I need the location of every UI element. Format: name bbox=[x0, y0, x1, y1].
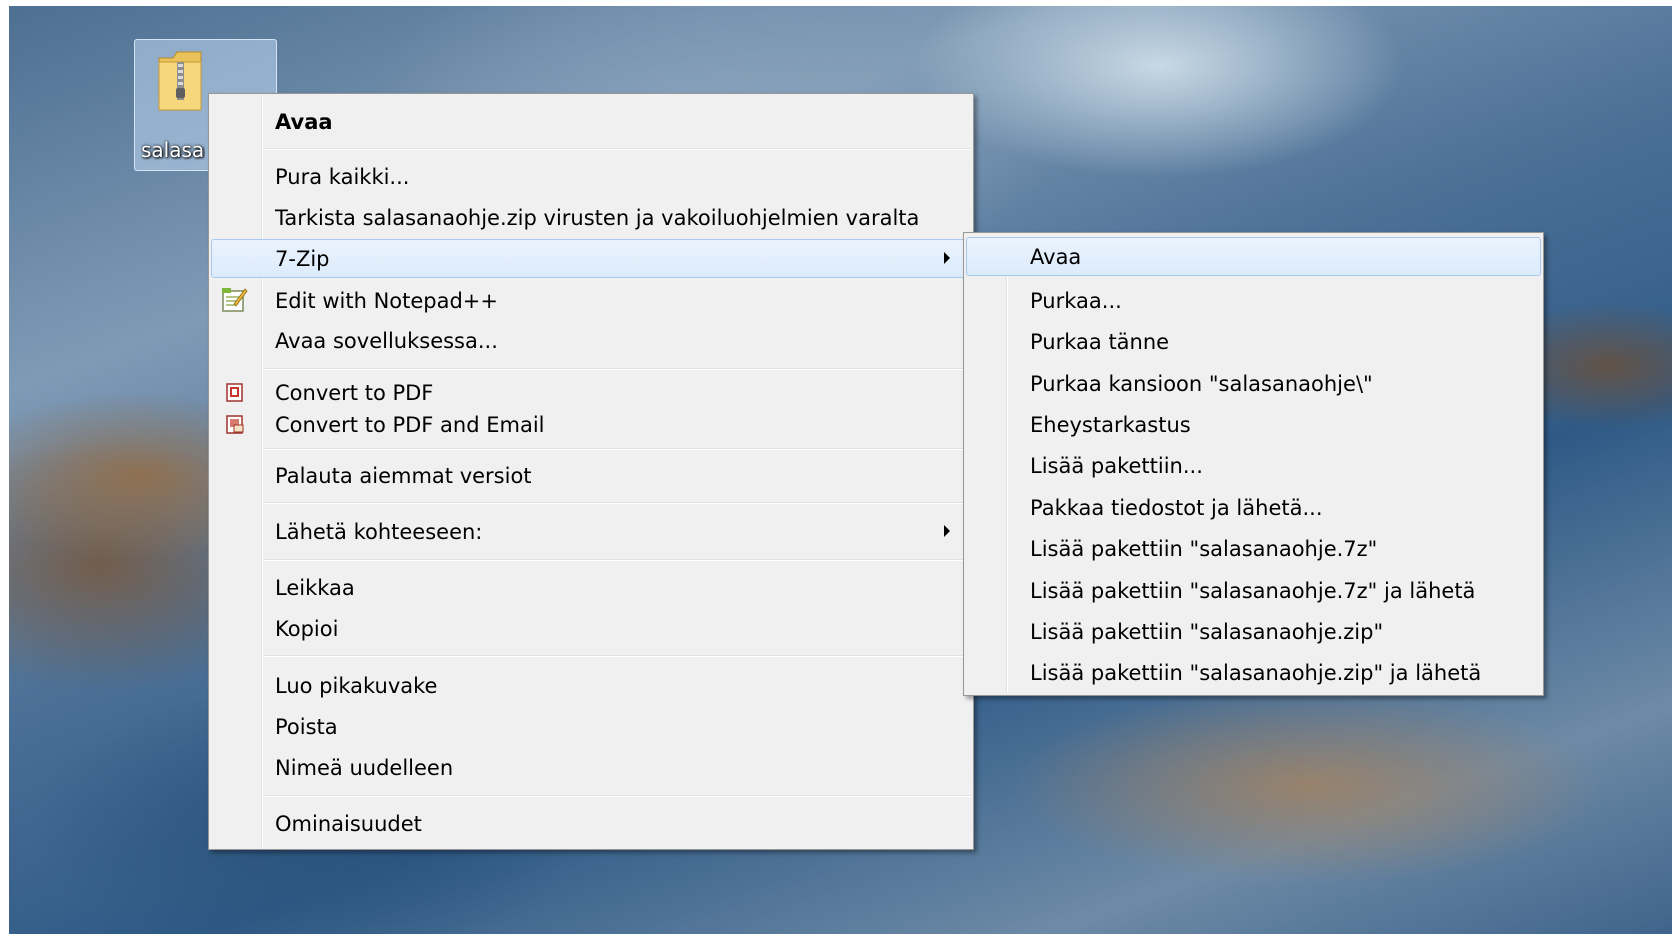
menu-separator bbox=[264, 795, 971, 797]
submenu-item-add-7z[interactable]: Lisää pakettiin "salasanaohje.7z" bbox=[966, 529, 1541, 565]
menu-item-delete[interactable]: Poista bbox=[211, 707, 971, 743]
menu-separator bbox=[264, 502, 971, 504]
menu-item-label: Convert to PDF and Email bbox=[275, 413, 545, 437]
menu-item-label: Nimeä uudelleen bbox=[275, 756, 454, 780]
submenu-arrow-icon bbox=[944, 252, 950, 264]
submenu-item-extract-to-folder[interactable]: Purkaa kansioon "salasanaohje\" bbox=[966, 364, 1541, 400]
submenu-item-extract-here[interactable]: Purkaa tänne bbox=[966, 322, 1541, 358]
menu-item-extract-all[interactable]: Pura kaikki... bbox=[211, 157, 971, 193]
submenu-item-compress-and-email[interactable]: Pakkaa tiedostot ja lähetä... bbox=[966, 488, 1541, 524]
menu-item-properties[interactable]: Ominaisuudet bbox=[211, 804, 971, 840]
pdf-email-icon bbox=[226, 415, 244, 434]
menu-separator bbox=[264, 368, 971, 370]
menu-item-label: Kopioi bbox=[275, 617, 339, 641]
menu-item-scan-virus[interactable]: Tarkista salasanaohje.zip virusten ja va… bbox=[211, 198, 971, 234]
menu-item-label: Lähetä kohteeseen: bbox=[275, 520, 483, 544]
menu-item-copy[interactable]: Kopioi bbox=[211, 609, 971, 645]
menu-item-convert-pdf[interactable]: Convert to PDF bbox=[211, 373, 971, 409]
menu-item-label: Lisää pakettiin "salasanaohje.7z" ja läh… bbox=[1030, 579, 1476, 603]
menu-item-label: Purkaa tänne bbox=[1030, 330, 1170, 354]
menu-item-label: Palauta aiemmat versiot bbox=[275, 464, 532, 488]
pdf-icon bbox=[226, 383, 243, 402]
menu-separator bbox=[264, 148, 971, 150]
notepad-plus-plus-icon bbox=[222, 288, 248, 312]
menu-item-label: Avaa bbox=[275, 110, 333, 134]
submenu-item-add-to-archive[interactable]: Lisää pakettiin... bbox=[966, 446, 1541, 482]
menu-item-label: Lisää pakettiin "salasanaohje.zip" ja lä… bbox=[1030, 661, 1482, 685]
menu-item-label: Tarkista salasanaohje.zip virusten ja va… bbox=[275, 206, 920, 230]
desktop-icon-label: salasan bbox=[141, 138, 205, 162]
menu-item-7zip[interactable]: 7-Zip bbox=[211, 239, 971, 278]
menu-item-label: Purkaa kansioon "salasanaohje\" bbox=[1030, 372, 1373, 396]
menu-item-label: Luo pikakuvake bbox=[275, 674, 438, 698]
menu-item-create-shortcut[interactable]: Luo pikakuvake bbox=[211, 666, 971, 702]
submenu-item-open[interactable]: Avaa bbox=[966, 237, 1541, 276]
menu-separator bbox=[264, 448, 971, 450]
menu-separator bbox=[264, 655, 971, 657]
submenu-item-extract[interactable]: Purkaa... bbox=[966, 281, 1541, 317]
submenu-arrow-icon bbox=[944, 525, 950, 537]
menu-item-label: Purkaa... bbox=[1030, 289, 1122, 313]
menu-item-open[interactable]: Avaa bbox=[211, 102, 971, 138]
menu-item-label: Lisää pakettiin "salasanaohje.zip" bbox=[1030, 620, 1384, 644]
menu-item-convert-pdf-email[interactable]: Convert to PDF and Email bbox=[211, 405, 971, 441]
zip-folder-icon bbox=[158, 51, 202, 111]
menu-item-open-with[interactable]: Avaa sovelluksessa... bbox=[211, 321, 971, 357]
menu-item-label: Pura kaikki... bbox=[275, 165, 410, 189]
context-menu: Avaa Pura kaikki... Tarkista salasanaohj… bbox=[208, 93, 974, 850]
menu-item-label: Leikkaa bbox=[275, 576, 355, 600]
menu-item-label: Eheystarkastus bbox=[1030, 413, 1191, 437]
menu-item-label: Convert to PDF bbox=[275, 381, 434, 405]
menu-item-label: Avaa bbox=[1030, 245, 1082, 269]
menu-item-rename[interactable]: Nimeä uudelleen bbox=[211, 748, 971, 784]
menu-item-label: Edit with Notepad++ bbox=[275, 289, 499, 313]
menu-item-label: Avaa sovelluksessa... bbox=[275, 329, 498, 353]
menu-item-label: Lisää pakettiin... bbox=[1030, 454, 1203, 478]
submenu-item-add-7z-email[interactable]: Lisää pakettiin "salasanaohje.7z" ja läh… bbox=[966, 571, 1541, 607]
submenu-item-add-zip[interactable]: Lisää pakettiin "salasanaohje.zip" bbox=[966, 612, 1541, 648]
submenu-item-test-archive[interactable]: Eheystarkastus bbox=[966, 405, 1541, 441]
menu-item-restore-versions[interactable]: Palauta aiemmat versiot bbox=[211, 456, 971, 492]
menu-item-cut[interactable]: Leikkaa bbox=[211, 568, 971, 604]
menu-item-label: Lisää pakettiin "salasanaohje.7z" bbox=[1030, 537, 1378, 561]
menu-separator bbox=[264, 559, 971, 561]
menu-item-send-to[interactable]: Lähetä kohteeseen: bbox=[211, 512, 971, 548]
7zip-submenu: Avaa Purkaa... Purkaa tänne Purkaa kansi… bbox=[963, 232, 1544, 696]
submenu-item-add-zip-email[interactable]: Lisää pakettiin "salasanaohje.zip" ja lä… bbox=[966, 653, 1541, 689]
menu-item-label: 7-Zip bbox=[275, 247, 330, 271]
menu-item-edit-notepad[interactable]: Edit with Notepad++ bbox=[211, 281, 971, 317]
menu-item-label: Poista bbox=[275, 715, 338, 739]
menu-item-label: Pakkaa tiedostot ja lähetä... bbox=[1030, 496, 1323, 520]
menu-item-label: Ominaisuudet bbox=[275, 812, 422, 836]
